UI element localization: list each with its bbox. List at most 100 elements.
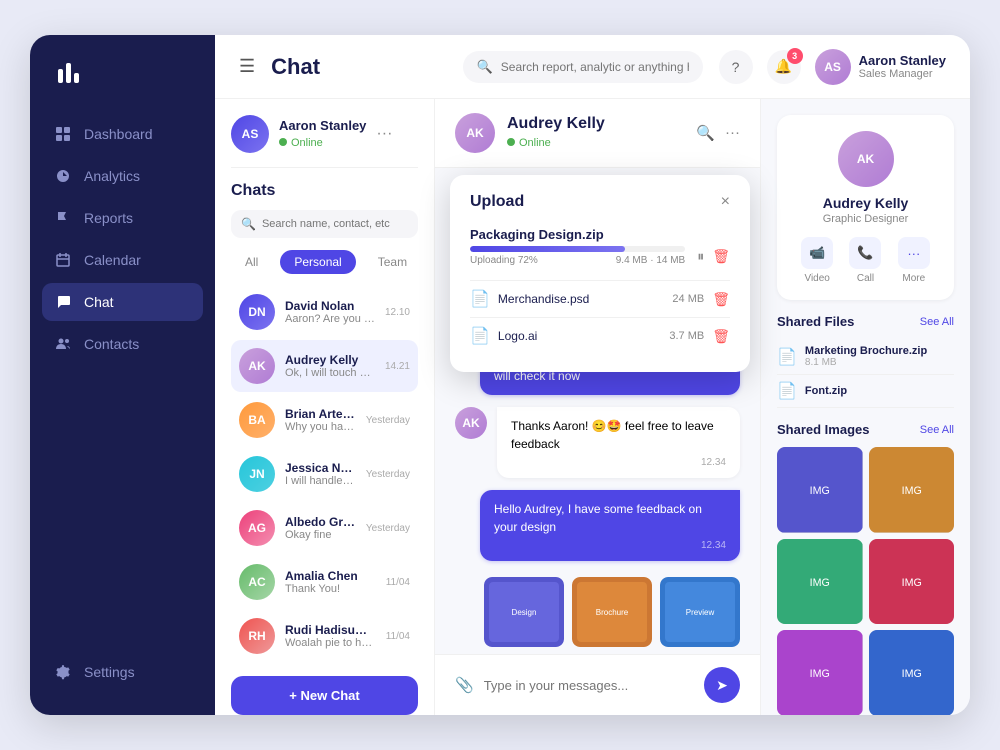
upload-file-name: Packaging Design.zip [470, 227, 730, 242]
upload-modal: Upload × Packaging Design.zip Uploading … [450, 175, 750, 372]
file-info: Marketing Brochure.zip 8.1 MB [805, 345, 927, 368]
video-icon: 📹 [801, 237, 833, 269]
notifications-button[interactable]: 🔔 3 [767, 50, 801, 84]
settings-icon [54, 663, 72, 681]
message-input[interactable] [484, 678, 694, 693]
search-input[interactable] [501, 60, 689, 74]
list-item[interactable]: AC Amalia Chen Thank You! 11/04 [231, 556, 418, 608]
search-bar: 🔍 [463, 51, 703, 83]
shared-image-thumb[interactable]: IMG [869, 539, 955, 625]
file-info: Font.zip [805, 385, 847, 397]
sidebar-item-label: Calendar [84, 252, 141, 268]
sidebar-item-chat[interactable]: Chat [42, 283, 203, 321]
user-profile-button[interactable]: AS Aaron Stanley Sales Manager [815, 49, 946, 85]
online-dot [507, 138, 515, 146]
profile-name: Audrey Kelly [793, 195, 938, 211]
shared-images-title: Shared Images [777, 422, 870, 437]
upload-modal-title: Upload [470, 193, 524, 211]
sidebar-item-dashboard[interactable]: Dashboard [42, 115, 203, 153]
contact-name: Jessica Naomi [285, 461, 356, 475]
sidebar-item-reports[interactable]: Reports [42, 199, 203, 237]
list-item[interactable]: AK Audrey Kelly Ok, I will touch up this… [231, 340, 418, 392]
people-icon [54, 335, 72, 353]
list-item[interactable]: BA Brian Artemayev Why you have that stu… [231, 394, 418, 446]
contact-name: Audrey Kelly [285, 353, 375, 367]
shared-images-section: Shared Images See All IMG IMG IMG [777, 422, 954, 715]
contact-time: Yesterday [366, 523, 410, 534]
profile-actions: 📹 Video 📞 Call ··· More [793, 237, 938, 284]
sidebar-item-settings[interactable]: Settings [42, 653, 203, 691]
avatar: BA [239, 402, 275, 438]
svg-text:Design: Design [512, 608, 537, 617]
sidebar-item-contacts[interactable]: Contacts [42, 325, 203, 363]
tab-team[interactable]: Team [364, 250, 421, 274]
sidebar-item-calendar[interactable]: Calendar [42, 241, 203, 279]
file-icon: 📄 [777, 347, 797, 367]
shared-images-header: Shared Images See All [777, 422, 954, 437]
shared-images-grid: IMG IMG IMG IMG IMG [777, 447, 954, 715]
main-content: ☰ Chat 🔍 ? 🔔 3 AS Aaron Stanley [215, 35, 970, 715]
avatar: RH [239, 618, 275, 654]
shared-image-thumb[interactable]: IMG [777, 539, 863, 625]
shared-image-thumb[interactable]: IMG [869, 630, 955, 715]
contact-search-input[interactable] [262, 218, 408, 230]
contact-time: 12.10 [385, 307, 410, 318]
shared-image: Design [484, 577, 564, 647]
search-chat-icon[interactable]: 🔍 [696, 124, 715, 142]
avatar: AK [455, 407, 487, 439]
sidebar-item-analytics[interactable]: Analytics [42, 157, 203, 195]
avatar: JN [239, 456, 275, 492]
file-name: Merchandise.psd [498, 292, 665, 306]
svg-text:IMG: IMG [810, 577, 830, 589]
chat-contact-status: Online [519, 137, 551, 149]
video-call-button[interactable]: 📹 Video [801, 237, 833, 284]
grid-icon [54, 125, 72, 143]
pause-upload-icon[interactable]: ⏸ [697, 248, 704, 265]
list-item[interactable]: JN Jessica Naomi I will handle that Aaro… [231, 448, 418, 500]
message-images: Design Brochure [455, 573, 740, 647]
more-profile-button[interactable]: ··· More [898, 237, 930, 284]
sidebar-item-label: Contacts [84, 336, 139, 352]
sidebar-nav: Dashboard Analytics Reports Calendar [30, 115, 215, 653]
list-item[interactable]: DN David Nolan Aaron? Are you here? 12.1… [231, 286, 418, 338]
contact-time: Yesterday [366, 469, 410, 480]
new-chat-button[interactable]: + New Chat [231, 676, 418, 715]
send-message-button[interactable]: ➤ [704, 667, 740, 703]
header-actions: ? 🔔 3 AS Aaron Stanley Sales Manager [719, 49, 946, 85]
shared-image-thumb[interactable]: IMG [777, 630, 863, 715]
contact-last-msg: Woalah pie to ham [285, 637, 376, 649]
see-all-files-link[interactable]: See All [920, 316, 954, 328]
cancel-upload-icon[interactable]: 🗑 [712, 248, 730, 265]
upload-close-button[interactable]: × [721, 193, 730, 211]
attachment-icon[interactable]: 📎 [455, 676, 474, 694]
avatar: AS [815, 49, 851, 85]
contact-last-msg: Okay fine [285, 529, 356, 541]
see-all-images-link[interactable]: See All [920, 424, 954, 436]
file-name: Logo.ai [498, 329, 661, 343]
contact-details: Jessica Naomi I will handle that Aaron, … [285, 461, 356, 487]
tab-personal[interactable]: Personal [280, 250, 355, 274]
tab-all[interactable]: All [231, 250, 272, 274]
more-chat-options-icon[interactable]: ··· [725, 124, 740, 142]
delete-file-icon[interactable]: 🗑 [712, 328, 730, 345]
sidebar-item-label: Settings [84, 664, 135, 680]
profile-avatar: AK [838, 131, 894, 187]
file-size: 24 MB [672, 293, 704, 305]
list-item[interactable]: AG Albedo Greyhold Okay fine Yesterday [231, 502, 418, 554]
contact-details: David Nolan Aaron? Are you here? [285, 299, 375, 325]
shared-image-thumb[interactable]: IMG [777, 447, 863, 533]
delete-file-icon[interactable]: 🗑 [712, 291, 730, 308]
help-button[interactable]: ? [719, 50, 753, 84]
upload-item-actions: ⏸ 🗑 [697, 248, 730, 265]
shared-image-thumb[interactable]: IMG [869, 447, 955, 533]
contact-name: David Nolan [285, 299, 375, 313]
contact-details: Brian Artemayev Why you have that stupid… [285, 407, 356, 433]
chat-contact-name: Audrey Kelly [507, 115, 684, 133]
avatar: DN [239, 294, 275, 330]
list-item[interactable]: RH Rudi Hadisuwarno Woalah pie to ham 11… [231, 610, 418, 662]
upload-item-active: Packaging Design.zip Uploading 72% 9.4 M… [470, 227, 730, 266]
contacts-panel: AS Aaron Stanley Online ··· Chats 🔍 All … [215, 99, 435, 715]
call-button[interactable]: 📞 Call [849, 237, 881, 284]
menu-icon[interactable]: ☰ [239, 56, 255, 77]
more-options-button[interactable]: ··· [376, 125, 392, 143]
